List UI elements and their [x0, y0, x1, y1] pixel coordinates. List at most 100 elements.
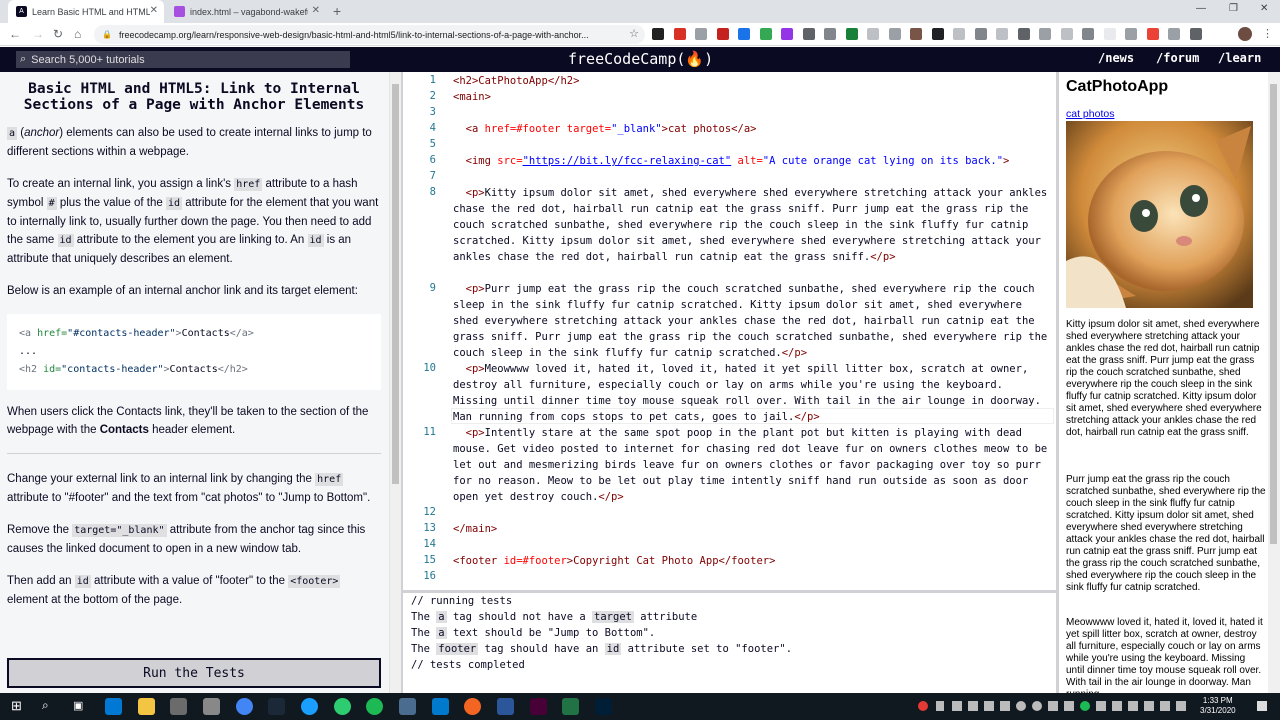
- extension-icon[interactable]: [716, 28, 729, 40]
- reload-icon[interactable]: ↻: [53, 27, 63, 41]
- tab-learn-html[interactable]: A Learn Basic HTML and HTML5: Li ✕: [8, 0, 164, 23]
- scrollbar-thumb[interactable]: [1270, 84, 1277, 544]
- volume-icon[interactable]: [1176, 701, 1186, 711]
- tray-icon[interactable]: [918, 701, 928, 711]
- extension-icon[interactable]: [673, 28, 686, 40]
- new-tab-icon[interactable]: +: [333, 3, 341, 19]
- outlook-icon[interactable]: [105, 698, 122, 715]
- photoshop-icon[interactable]: [595, 698, 612, 715]
- network-icon[interactable]: [1160, 701, 1170, 711]
- extension-icon[interactable]: [953, 28, 965, 40]
- extension-icon[interactable]: [781, 28, 793, 40]
- extension-icon[interactable]: [738, 28, 750, 40]
- tray-icon[interactable]: [984, 701, 994, 711]
- app-icon[interactable]: [301, 698, 318, 715]
- app-icon[interactable]: [170, 698, 187, 715]
- fcc-logo[interactable]: freeCodeCamp(🔥): [568, 50, 713, 68]
- close-window-icon[interactable]: ✕: [1260, 3, 1268, 14]
- code-token: <footer: [453, 555, 504, 567]
- tray-icon[interactable]: [1048, 701, 1058, 711]
- extension-icon[interactable]: [974, 28, 987, 40]
- browser-toolbar: ← → ↻ ⌂ 🔒 freecodecamp.org/learn/respons…: [0, 23, 1280, 46]
- browser-menu-icon[interactable]: ⋮: [1262, 27, 1273, 40]
- extension-icon[interactable]: [1039, 28, 1051, 40]
- spotify-tray-icon[interactable]: [1080, 701, 1090, 711]
- vscode-icon[interactable]: [432, 698, 449, 715]
- tray-icon[interactable]: [1144, 701, 1154, 711]
- close-tab-icon[interactable]: ✕: [150, 5, 158, 16]
- extension-icon[interactable]: [652, 28, 664, 40]
- back-icon[interactable]: ←: [9, 27, 21, 41]
- scrollbar-thumb[interactable]: [392, 84, 399, 484]
- extension-icon[interactable]: [1146, 28, 1159, 40]
- app-icon[interactable]: [334, 698, 351, 715]
- extension-icon[interactable]: [910, 28, 922, 40]
- task-view-icon[interactable]: ▣: [73, 699, 87, 713]
- nav-link-news[interactable]: /news: [1098, 51, 1134, 65]
- app-icon[interactable]: [399, 698, 416, 715]
- app-icon[interactable]: [464, 698, 481, 715]
- tab-glitch-index[interactable]: index.html – vagabond-wakeful- ✕: [166, 0, 326, 23]
- close-tab-icon[interactable]: ✕: [312, 5, 320, 16]
- extension-icon[interactable]: [802, 28, 815, 40]
- run-tests-button[interactable]: Run the Tests: [7, 658, 381, 688]
- spotify-icon[interactable]: [366, 698, 383, 715]
- restore-icon[interactable]: ❐: [1229, 3, 1238, 14]
- extension-icon[interactable]: [695, 28, 707, 40]
- home-icon[interactable]: ⌂: [74, 27, 81, 41]
- search-bar[interactable]: ⌕ Search 5,000+ tutorials: [16, 51, 350, 68]
- code-line: </main>: [453, 523, 498, 535]
- steam-icon[interactable]: [268, 698, 285, 715]
- microphone-icon[interactable]: [936, 701, 944, 711]
- extension-icon[interactable]: [1060, 28, 1073, 40]
- extension-icon[interactable]: [1168, 28, 1180, 40]
- excel-icon[interactable]: [562, 698, 579, 715]
- windows-start-icon[interactable]: ⊞: [11, 698, 25, 713]
- notifications-icon[interactable]: [1257, 701, 1267, 711]
- chrome-icon[interactable]: [236, 698, 253, 715]
- code-token: <img: [453, 155, 498, 167]
- forward-icon[interactable]: →: [32, 27, 44, 41]
- profile-avatar[interactable]: [1238, 27, 1252, 41]
- extension-icon[interactable]: [931, 28, 944, 40]
- extension-icon[interactable]: [888, 28, 901, 40]
- address-bar[interactable]: 🔒 freecodecamp.org/learn/responsive-web-…: [94, 25, 645, 44]
- code-editor[interactable]: 1 2 3 4 5 6 7 8 9 10 11 12 13 14 15 16 <…: [403, 72, 1056, 590]
- code-token: Contacts: [169, 364, 218, 375]
- instruction-paragraph: a (anchor) elements can also be used to …: [7, 127, 372, 158]
- extension-icon[interactable]: [845, 28, 858, 40]
- nav-link-forum[interactable]: /forum: [1156, 51, 1199, 65]
- inline-code: href: [315, 473, 344, 486]
- tray-icon[interactable]: [968, 701, 978, 711]
- bookmark-star-icon[interactable]: ☆: [629, 27, 639, 40]
- instructions-scrollbar[interactable]: [389, 72, 401, 693]
- extension-icon[interactable]: [759, 28, 772, 40]
- tray-icon[interactable]: [1032, 701, 1042, 711]
- extension-icon[interactable]: [1017, 28, 1030, 40]
- file-explorer-icon[interactable]: [138, 698, 155, 715]
- extension-icon[interactable]: [824, 28, 836, 40]
- preview-cat-photos-link[interactable]: cat photos: [1066, 108, 1114, 120]
- tray-icon[interactable]: [1096, 701, 1106, 711]
- tray-icon[interactable]: [1064, 701, 1074, 711]
- adobe-xd-icon[interactable]: [530, 698, 547, 715]
- tray-icon[interactable]: [952, 701, 962, 711]
- tray-icon[interactable]: [1000, 701, 1010, 711]
- minimize-icon[interactable]: —: [1196, 3, 1206, 14]
- extension-icon[interactable]: [1125, 28, 1137, 40]
- extension-icon[interactable]: [1082, 28, 1094, 40]
- tray-icon[interactable]: [1128, 701, 1138, 711]
- extension-icon[interactable]: [1189, 28, 1202, 40]
- word-icon[interactable]: [497, 698, 514, 715]
- extension-icon[interactable]: [996, 28, 1008, 40]
- search-icon[interactable]: ⌕: [42, 698, 56, 712]
- calculator-icon[interactable]: [203, 698, 220, 715]
- system-clock[interactable]: 1:33 PM 3/31/2020: [1200, 696, 1236, 716]
- tray-icon[interactable]: [1016, 701, 1026, 711]
- preview-scrollbar[interactable]: [1268, 72, 1280, 693]
- extension-icon[interactable]: [867, 28, 879, 40]
- tray-icon[interactable]: [1112, 701, 1122, 711]
- code-link-token[interactable]: "https://bit.ly/fcc-relaxing-cat": [523, 155, 732, 167]
- nav-link-learn[interactable]: /learn: [1218, 51, 1261, 65]
- extension-icon[interactable]: [1103, 28, 1116, 40]
